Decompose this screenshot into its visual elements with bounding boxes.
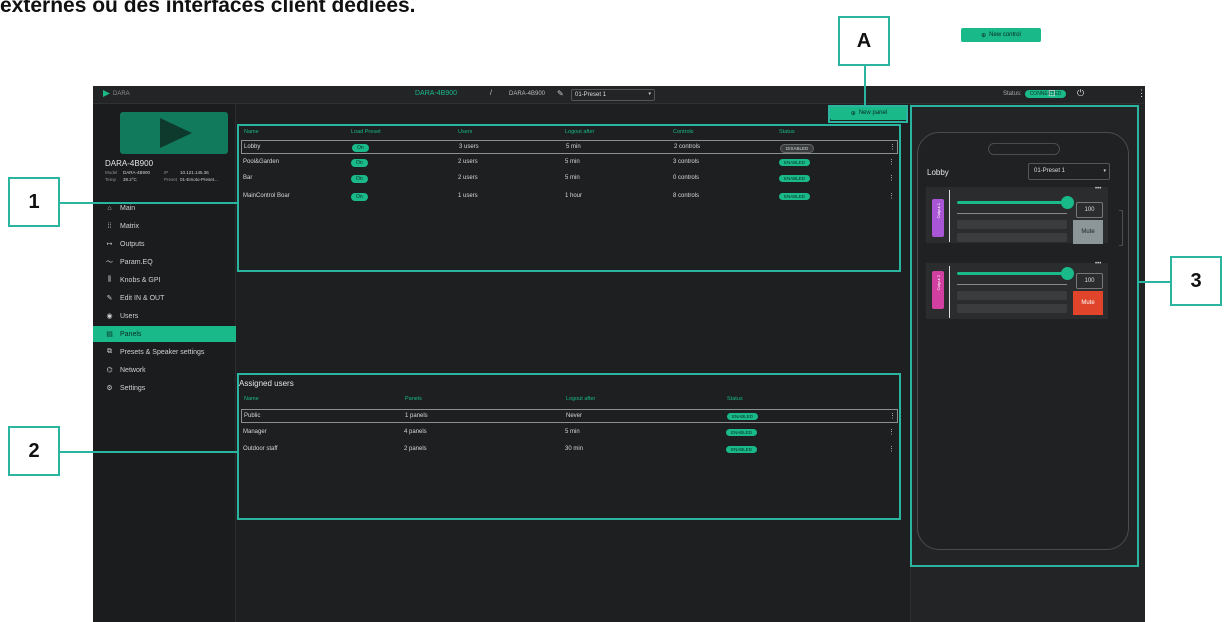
annotation-2-connector — [58, 451, 238, 453]
annotation-3-highlight — [910, 105, 1139, 567]
sidebar-item-label: Presets & Speaker settings — [120, 348, 205, 356]
eq-curve-icon: 〜 — [106, 259, 113, 266]
sidebar-item-matrix[interactable]: ⁞⁞ Matrix — [93, 218, 236, 234]
ip-label: IP — [164, 170, 169, 175]
sidebar-item-label: Param.EQ — [120, 258, 153, 266]
sidebar-item-label: Panels — [120, 330, 142, 338]
preset-select-value: 01-Preset 1 — [575, 92, 607, 98]
annotation-a-connector — [864, 66, 866, 106]
sidebar-item-label: Knobs & GPI — [120, 276, 161, 284]
annotation-1-highlight — [237, 124, 901, 272]
sidebar-item-label: Outputs — [120, 240, 145, 248]
knobs-icon: ⫼ — [107, 276, 112, 283]
chevron-down-icon: ▾ — [648, 91, 651, 97]
sidebar-item-label: Network — [120, 366, 146, 374]
annotation-1-connector — [58, 202, 238, 204]
annotation-label-a: A — [838, 16, 890, 66]
connection-status: Status: CONNECTED — [1003, 90, 1067, 98]
edit-name-pencil-icon[interactable]: ✎ — [557, 89, 564, 98]
preset-value: 01-Emoto-Preset... — [180, 177, 218, 182]
sidebar-item-presets[interactable]: ⧉ Presets & Speaker settings — [93, 344, 236, 360]
sidebar-item-users[interactable]: ◉ Users — [93, 308, 236, 324]
preset-icon: ⧉ — [107, 348, 112, 355]
preset-select[interactable]: 01-Preset 1 ▾ — [571, 89, 655, 101]
sidebar-item-outputs[interactable]: ↦ Outputs — [93, 236, 236, 252]
gear-icon: ⚙ — [106, 385, 113, 392]
device-logo-icon — [160, 118, 192, 148]
document-heading: externes ou des interfaces client dédiée… — [0, 0, 416, 17]
annotation-3-connector — [1138, 281, 1171, 283]
annotation-a-highlight — [828, 105, 908, 123]
sidebar-item-knobs-gpi[interactable]: ⫼ Knobs & GPI — [93, 272, 236, 288]
plus-circle-icon: ⊕ — [981, 32, 987, 39]
sidebar-item-network[interactable]: ⌬ Network — [93, 362, 236, 378]
breadcrumb-device[interactable]: DARA-4B900 — [415, 90, 457, 97]
sidebar-item-edit-in-out[interactable]: ✎ Edit IN & OUT — [93, 290, 236, 306]
annotation-label-2: 2 — [8, 426, 60, 476]
status-label: Status: — [1003, 91, 1022, 97]
more-vertical-icon[interactable]: ⋮ — [1137, 88, 1145, 99]
panel-icon: ▤ — [106, 331, 113, 338]
annotation-label-3: 3 — [1170, 256, 1222, 306]
brand[interactable]: DARA — [103, 90, 130, 97]
sidebar-item-label: Edit IN & OUT — [120, 294, 165, 302]
annotation-2-highlight — [237, 373, 901, 520]
brand-name: DARA — [113, 90, 130, 97]
sidebar-item-panels[interactable]: ▤ Panels — [93, 326, 236, 342]
pencil-icon: ✎ — [106, 295, 113, 302]
new-control-button[interactable]: ⊕ New control — [961, 28, 1041, 42]
sidebar-item-label: Users — [120, 312, 139, 320]
sidebar: DARA-4B900 Model DARA-4B900 IP 10.121.14… — [93, 104, 236, 622]
sidebar-item-settings[interactable]: ⚙ Settings — [93, 380, 236, 396]
status-badge: CONNECTED — [1024, 90, 1067, 98]
screenshot: externes ou des interfaces client dédiée… — [0, 0, 1227, 622]
sidebar-item-label: Main — [120, 204, 136, 212]
output-arrow-icon: ↦ — [106, 241, 113, 248]
breadcrumb-separator: / — [490, 90, 492, 97]
sidebar-device-name: DARA-4B900 — [105, 159, 154, 168]
annotation-label-1: 1 — [8, 177, 60, 227]
sidebar-item-label: Matrix — [120, 222, 140, 230]
temp-label: Temp — [105, 177, 117, 182]
power-icon[interactable]: ⏻ — [1077, 88, 1084, 99]
top-bar: DARA DARA-4B900 / DARA-4B900 ✎ 01-Preset… — [93, 86, 1145, 104]
main-icon: ⌂ — [107, 204, 112, 212]
sidebar-item-param-eq[interactable]: 〜 Param.EQ — [93, 254, 236, 270]
brand-logo-icon — [103, 90, 110, 97]
preset-label: Preset — [164, 177, 178, 182]
user-circle-icon: ◉ — [106, 313, 113, 320]
model-label: Model — [105, 170, 118, 175]
network-icon: ⌬ — [106, 367, 113, 374]
ip-value: 10.121.145.36 — [180, 170, 209, 175]
sidebar-item-label: Settings — [120, 384, 146, 392]
device-name-label: DARA-4B900 — [509, 90, 546, 97]
device-image — [120, 112, 228, 154]
new-control-label: New control — [989, 32, 1021, 38]
grid-icon: ⁞⁞ — [107, 222, 112, 230]
temp-value: 38.2°C — [123, 177, 137, 182]
unlock-icon[interactable]: ⊡ — [1048, 88, 1056, 99]
model-value: DARA-4B900 — [123, 170, 151, 175]
